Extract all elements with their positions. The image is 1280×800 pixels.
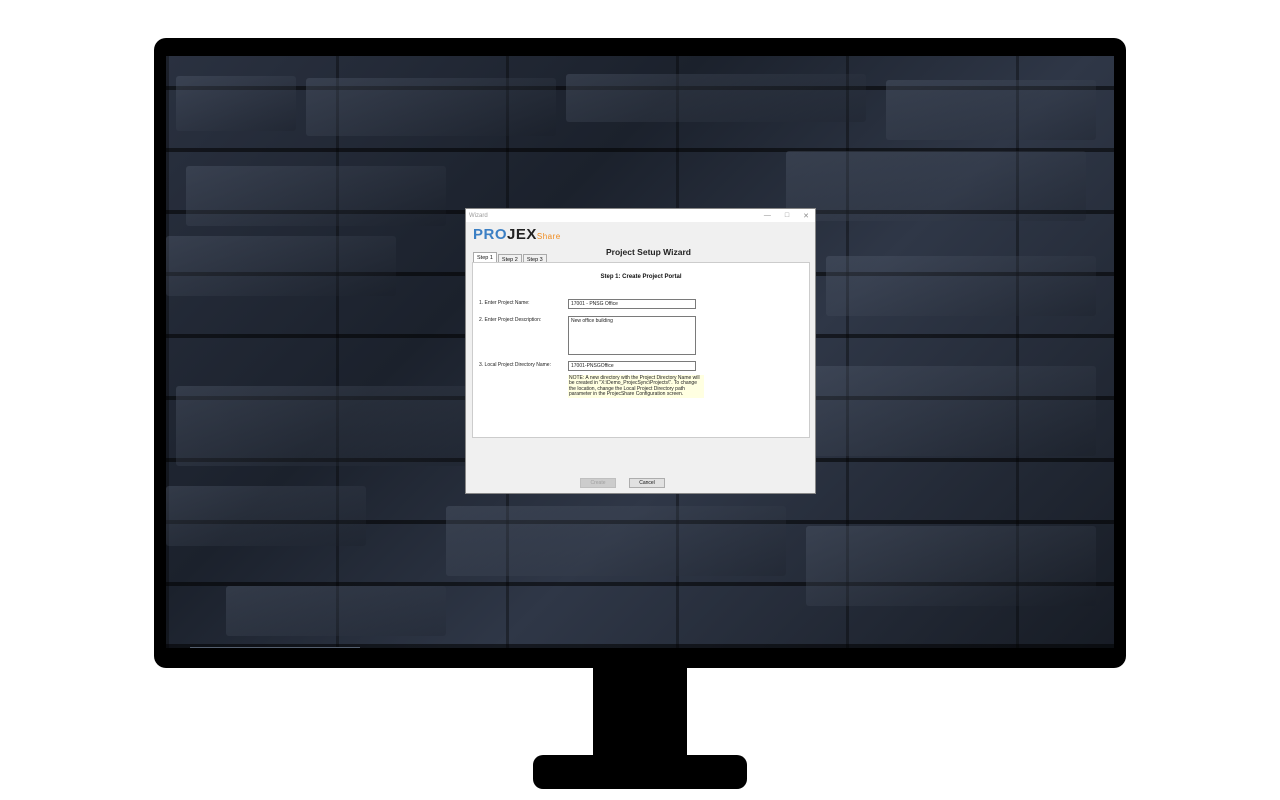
directory-note: NOTE: A new directory with the Project D… — [568, 375, 704, 399]
step-title: Step 1: Create Project Portal — [600, 274, 682, 280]
maximize-icon[interactable]: □ — [785, 212, 789, 219]
project-name-input[interactable]: 17001 - PNSG Office — [568, 299, 696, 309]
step-panel: Step 1: Create Project Portal 1. Enter P… — [472, 262, 810, 438]
wizard-title: Project Setup Wizard — [606, 247, 691, 257]
monitor-stand-neck — [593, 666, 687, 758]
minimize-icon[interactable]: — — [764, 212, 771, 219]
title-bar[interactable]: Wizard — □ ✕ — [466, 209, 815, 222]
cancel-button[interactable]: Cancel — [629, 478, 665, 488]
logo-part-jex: JEX — [507, 226, 537, 243]
project-description-label: 2. Enter Project Description: — [479, 317, 542, 323]
local-directory-label: 3. Local Project Directory Name: — [479, 362, 551, 368]
window-title: Wizard — [469, 212, 488, 219]
create-button[interactable]: Create — [580, 478, 616, 488]
close-icon[interactable]: ✕ — [803, 212, 809, 220]
wizard-window: Wizard — □ ✕ PROJEXShare Project Setup W… — [465, 208, 816, 494]
logo-part-share: Share — [536, 232, 561, 241]
project-name-label: 1. Enter Project Name: — [479, 300, 530, 306]
taskbar-line — [190, 647, 360, 648]
projexshare-logo: PROJEXShare — [473, 226, 561, 243]
logo-part-pro: PRO — [473, 226, 508, 243]
monitor-stand-base — [533, 755, 747, 789]
project-description-textarea[interactable]: New office building — [568, 316, 696, 355]
local-directory-input[interactable]: 17001-PNSGOffice — [568, 361, 696, 371]
